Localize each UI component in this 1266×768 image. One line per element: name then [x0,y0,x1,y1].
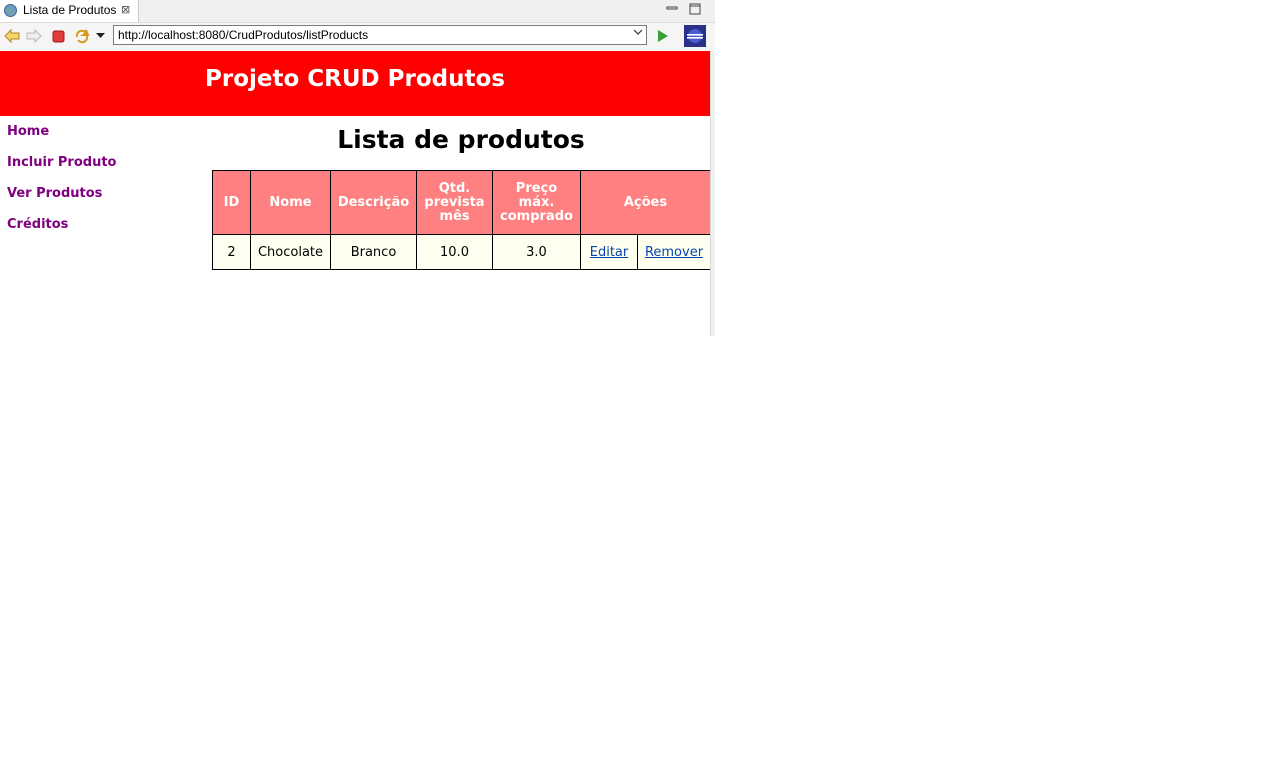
table-row: 2 Chocolate Branco 10.0 3.0 Editar Remov… [212,234,711,270]
vertical-scrollbar[interactable] [710,51,715,336]
col-header-descricao: Descrição [330,170,417,235]
browser-toolbar [0,23,715,50]
col-header-id: ID [212,170,251,235]
page-header: Projeto CRUD Produtos [0,51,710,116]
remove-link[interactable]: Remover [645,245,703,260]
forward-icon[interactable] [25,27,43,45]
nav-link-creditos[interactable]: Créditos [7,216,116,234]
cell-preco: 3.0 [492,234,581,270]
cell-remover: Remover [637,234,711,270]
address-bar[interactable] [113,25,647,45]
col-header-acoes: Ações [580,170,711,235]
maximize-icon[interactable] [688,2,702,16]
col-header-nome: Nome [250,170,331,235]
cell-id: 2 [212,234,251,270]
globe-icon [4,4,17,17]
products-table: ID Nome Descrição Qtd. prevista mês Preç… [212,170,711,270]
cell-editar: Editar [580,234,638,270]
url-dropdown-icon[interactable] [633,28,643,39]
url-input[interactable] [118,27,626,43]
nav-link-home[interactable]: Home [7,123,116,141]
col-header-preco: Preço máx. comprado [492,170,581,235]
cell-descricao: Branco [330,234,417,270]
edit-link[interactable]: Editar [590,245,629,260]
col-header-preco-line: Preço [515,180,558,196]
page-title: Lista de produtos [337,125,585,154]
col-header-preco-line: máx. [518,194,555,210]
close-tab-icon[interactable]: ⊠ [121,3,130,16]
browser-tab[interactable]: Lista de Produtos ⊠ [0,0,139,22]
col-header-qtd-line: mês [439,208,470,224]
side-nav: Home Incluir Produto Ver Produtos Crédit… [7,123,116,247]
tab-bar: Lista de Produtos ⊠ [0,0,715,23]
nav-link-ver-produtos[interactable]: Ver Produtos [7,185,116,203]
col-header-preco-line: comprado [500,208,573,224]
cell-qtd: 10.0 [416,234,493,270]
refresh-icon[interactable] [73,27,91,45]
eclipse-icon[interactable] [684,25,706,47]
col-header-qtd-line: Qtd. [438,180,471,196]
col-header-qtd-line: prevista [424,194,485,210]
go-icon[interactable] [654,27,672,45]
tab-title: Lista de Produtos [23,3,117,17]
back-icon[interactable] [3,27,21,45]
minimize-icon[interactable] [665,2,679,16]
stop-icon[interactable] [49,27,67,45]
table-header-row: ID Nome Descrição Qtd. prevista mês Preç… [212,170,711,235]
col-header-qtd: Qtd. prevista mês [416,170,493,235]
nav-link-incluir-produto[interactable]: Incluir Produto [7,154,116,172]
chevron-down-icon[interactable] [93,27,107,45]
browser-view: Lista de Produtos ⊠ http://localhost:808… [0,0,715,336]
cell-nome: Chocolate [250,234,331,270]
page-header-title: Projeto CRUD Produtos [205,66,505,92]
